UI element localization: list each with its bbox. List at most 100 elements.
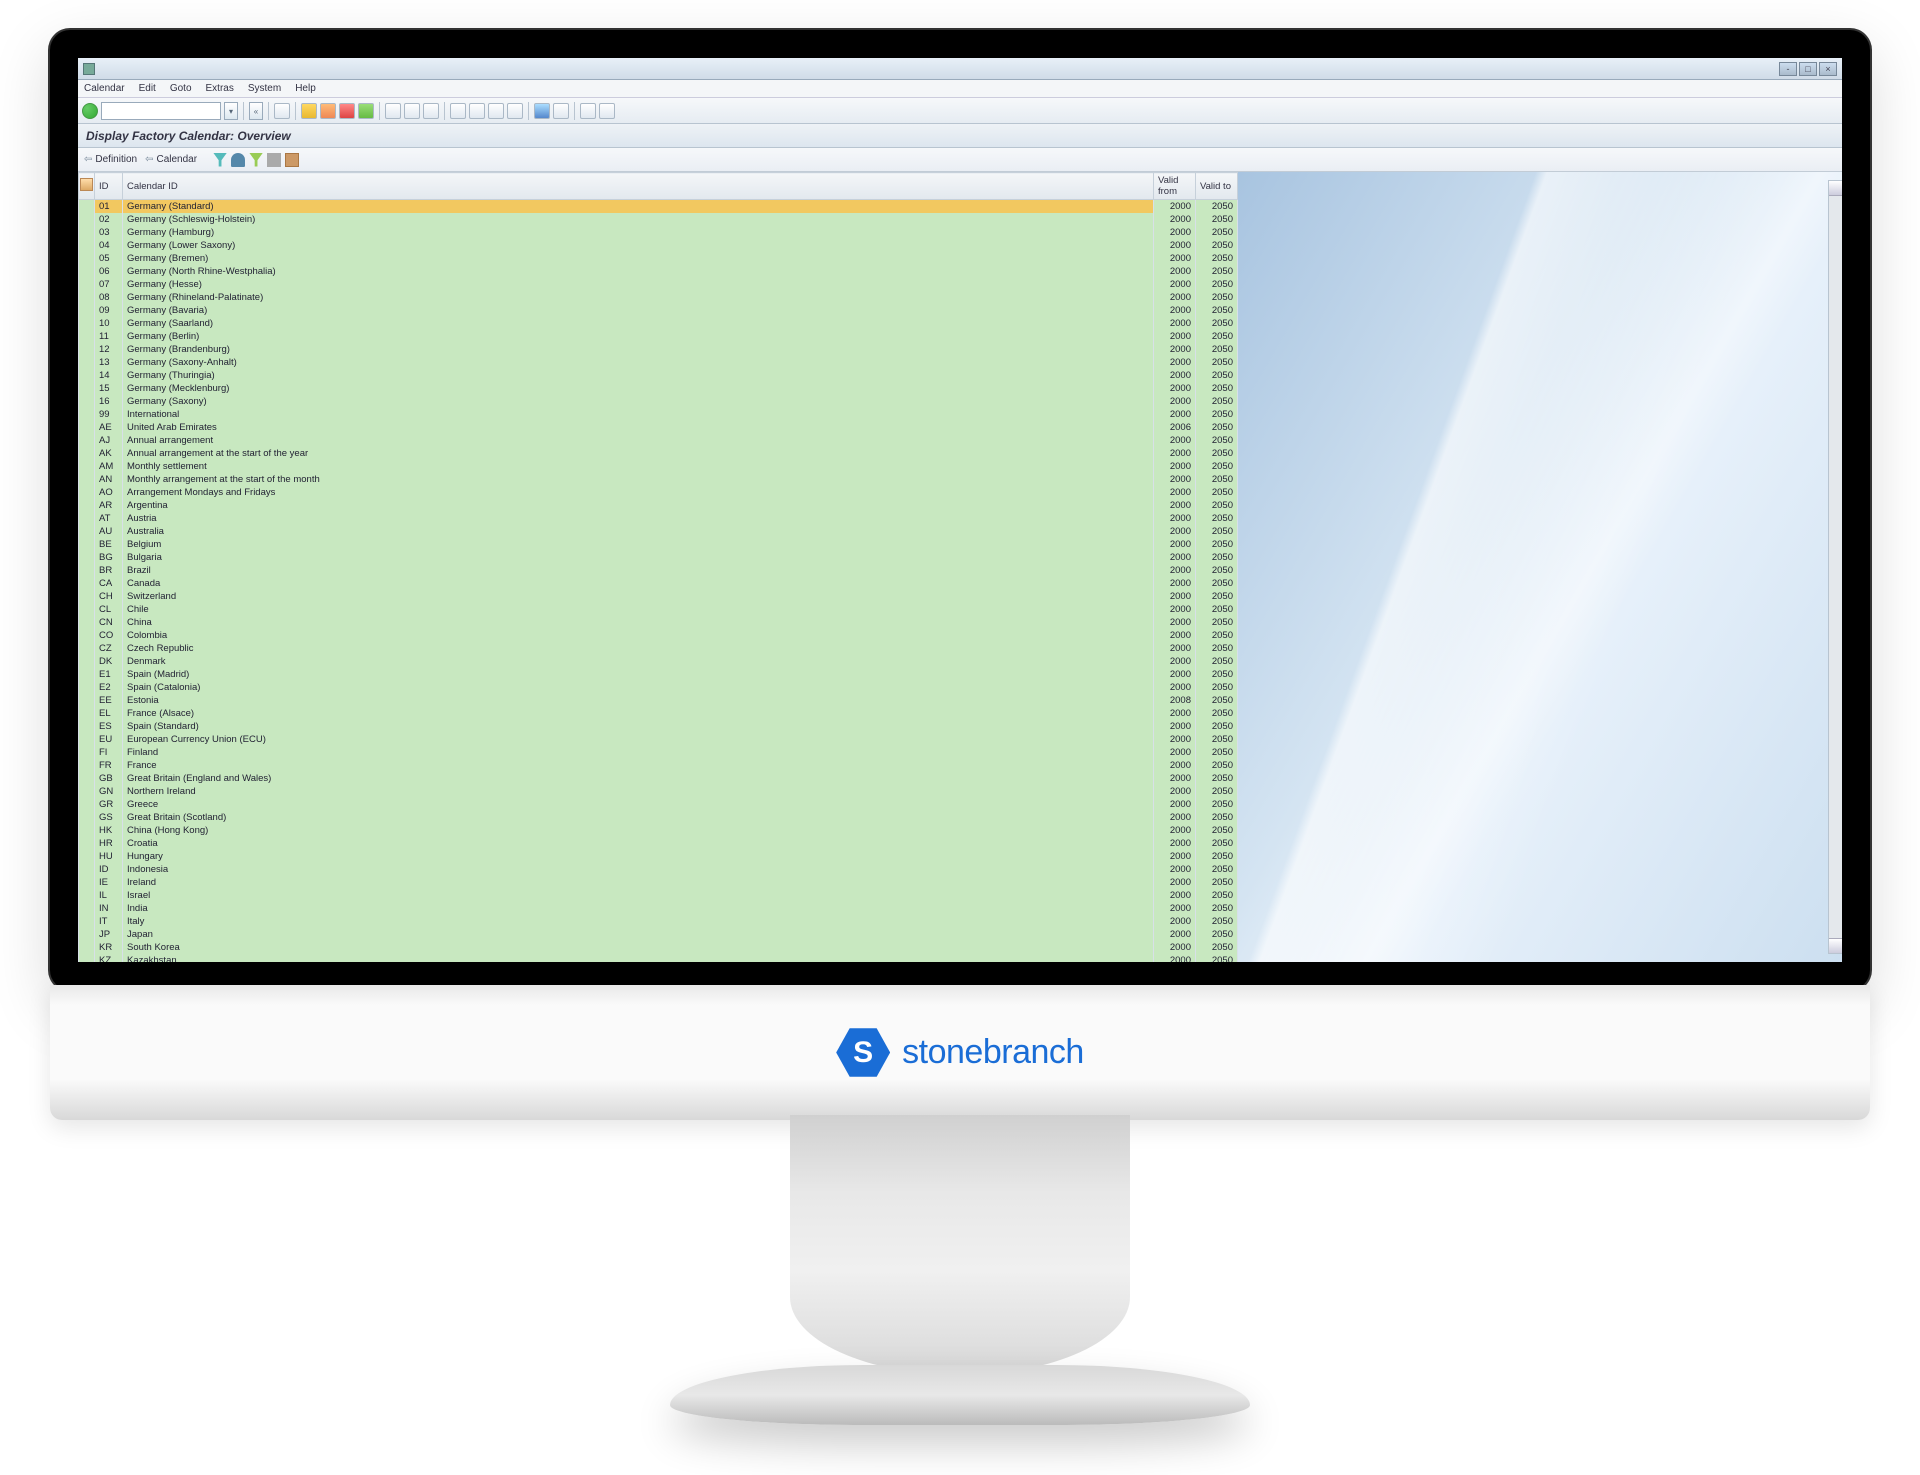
table-row[interactable]: INIndia20002050 (79, 902, 1238, 915)
table-row[interactable]: ANMonthly arrangement at the start of th… (79, 473, 1238, 486)
prev-page-icon[interactable] (469, 103, 485, 119)
table-row[interactable]: GNNorthern Ireland20002050 (79, 785, 1238, 798)
table-row[interactable]: CNChina20002050 (79, 616, 1238, 629)
table-row[interactable]: 09Germany (Bavaria)20002050 (79, 304, 1238, 317)
col-valid-to[interactable]: Valid to (1196, 173, 1238, 200)
menu-calendar[interactable]: Calendar (84, 83, 125, 94)
table-row[interactable]: BGBulgaria20002050 (79, 551, 1238, 564)
table-row[interactable]: CHSwitzerland20002050 (79, 590, 1238, 603)
command-dropdown[interactable]: ▾ (224, 102, 238, 120)
menu-edit[interactable]: Edit (139, 83, 156, 94)
close-button[interactable]: × (1819, 62, 1837, 76)
table-row[interactable]: E1Spain (Madrid)20002050 (79, 668, 1238, 681)
minimize-button[interactable]: - (1779, 62, 1797, 76)
table-row[interactable]: CZCzech Republic20002050 (79, 642, 1238, 655)
table-row[interactable]: ESSpain (Standard)20002050 (79, 720, 1238, 733)
table-row[interactable]: 99International20002050 (79, 408, 1238, 421)
table-row[interactable]: ARArgentina20002050 (79, 499, 1238, 512)
table-row[interactable]: KRSouth Korea20002050 (79, 941, 1238, 954)
find-next-icon[interactable] (423, 103, 439, 119)
table-row[interactable]: HUHungary20002050 (79, 850, 1238, 863)
history-button[interactable]: « (249, 102, 263, 120)
table-row[interactable]: FIFinland20002050 (79, 746, 1238, 759)
table-row[interactable]: 06Germany (North Rhine-Westphalia)200020… (79, 265, 1238, 278)
find-icon[interactable] (404, 103, 420, 119)
table-row[interactable]: AKAnnual arrangement at the start of the… (79, 447, 1238, 460)
table-row[interactable]: GRGreece20002050 (79, 798, 1238, 811)
enter-icon[interactable] (82, 103, 98, 119)
table-row[interactable]: FRFrance20002050 (79, 759, 1238, 772)
command-field[interactable] (101, 102, 221, 120)
definition-button[interactable]: Definition (84, 154, 137, 165)
table-row[interactable]: IDIndonesia20002050 (79, 863, 1238, 876)
table-row[interactable]: 07Germany (Hesse)20002050 (79, 278, 1238, 291)
filter2-icon[interactable] (249, 153, 263, 167)
menu-goto[interactable]: Goto (170, 83, 192, 94)
table-row[interactable]: 08Germany (Rhineland-Palatinate)20002050 (79, 291, 1238, 304)
table-row[interactable]: ITItaly20002050 (79, 915, 1238, 928)
calendar-button[interactable]: Calendar (145, 154, 197, 165)
menu-extras[interactable]: Extras (206, 83, 234, 94)
table-row[interactable]: ELFrance (Alsace)20002050 (79, 707, 1238, 720)
table-row[interactable]: HRCroatia20002050 (79, 837, 1238, 850)
col-icon[interactable] (79, 173, 95, 200)
vertical-scrollbar[interactable] (1828, 180, 1842, 954)
print-icon[interactable] (385, 103, 401, 119)
table-row[interactable]: JPJapan20002050 (79, 928, 1238, 941)
calendar-table[interactable]: ID Calendar ID Valid from Valid to 01Ger… (78, 172, 1238, 962)
table-row[interactable]: 16Germany (Saxony)20002050 (79, 395, 1238, 408)
table-row[interactable]: 04Germany (Lower Saxony)20002050 (79, 239, 1238, 252)
table-row[interactable]: DKDenmark20002050 (79, 655, 1238, 668)
cancel-icon[interactable] (339, 103, 355, 119)
back-icon[interactable] (301, 103, 317, 119)
col-valid-from[interactable]: Valid from (1154, 173, 1196, 200)
col-id[interactable]: ID (95, 173, 123, 200)
refresh-icon[interactable] (358, 103, 374, 119)
table-row[interactable]: AMMonthly settlement20002050 (79, 460, 1238, 473)
table-row[interactable]: IEIreland20002050 (79, 876, 1238, 889)
table-row[interactable]: ILIsrael20002050 (79, 889, 1238, 902)
table-row[interactable]: CLChile20002050 (79, 603, 1238, 616)
table-row[interactable]: AOArrangement Mondays and Fridays2000205… (79, 486, 1238, 499)
shortcut-icon[interactable] (553, 103, 569, 119)
table-row[interactable]: 10Germany (Saarland)20002050 (79, 317, 1238, 330)
table-row[interactable]: 14Germany (Thuringia)20002050 (79, 369, 1238, 382)
table-row[interactable]: 05Germany (Bremen)20002050 (79, 252, 1238, 265)
table-row[interactable]: HKChina (Hong Kong)20002050 (79, 824, 1238, 837)
menu-system[interactable]: System (248, 83, 281, 94)
save-icon[interactable] (274, 103, 290, 119)
table-row[interactable]: ATAustria20002050 (79, 512, 1238, 525)
table-row[interactable]: 13Germany (Saxony-Anhalt)20002050 (79, 356, 1238, 369)
customize-icon[interactable] (599, 103, 615, 119)
select-all-icon[interactable] (80, 178, 93, 191)
table-row[interactable]: GBGreat Britain (England and Wales)20002… (79, 772, 1238, 785)
legend-icon[interactable] (285, 153, 299, 167)
exit-icon[interactable] (320, 103, 336, 119)
table-row[interactable]: 15Germany (Mecklenburg)20002050 (79, 382, 1238, 395)
table-row[interactable]: KZKazakhstan20002050 (79, 954, 1238, 962)
help-icon[interactable] (580, 103, 596, 119)
new-session-icon[interactable] (534, 103, 550, 119)
table-row[interactable]: EUEuropean Currency Union (ECU)20002050 (79, 733, 1238, 746)
table-row[interactable]: GSGreat Britain (Scotland)20002050 (79, 811, 1238, 824)
maximize-button[interactable]: □ (1799, 62, 1817, 76)
table-row[interactable]: CACanada20002050 (79, 577, 1238, 590)
assign-icon[interactable] (231, 153, 245, 167)
next-page-icon[interactable] (488, 103, 504, 119)
table-row[interactable]: AJAnnual arrangement20002050 (79, 434, 1238, 447)
menu-help[interactable]: Help (295, 83, 316, 94)
table-row[interactable]: EEEstonia20082050 (79, 694, 1238, 707)
table-row[interactable]: AEUnited Arab Emirates20062050 (79, 421, 1238, 434)
filter-icon[interactable] (213, 153, 227, 167)
table-row[interactable]: 02Germany (Schleswig-Holstein)20002050 (79, 213, 1238, 226)
layout-icon[interactable] (267, 153, 281, 167)
col-name[interactable]: Calendar ID (123, 173, 1154, 200)
last-page-icon[interactable] (507, 103, 523, 119)
table-row[interactable]: 03Germany (Hamburg)20002050 (79, 226, 1238, 239)
table-row[interactable]: AUAustralia20002050 (79, 525, 1238, 538)
table-row[interactable]: E2Spain (Catalonia)20002050 (79, 681, 1238, 694)
table-row[interactable]: BEBelgium20002050 (79, 538, 1238, 551)
table-row[interactable]: BRBrazil20002050 (79, 564, 1238, 577)
table-row[interactable]: 11Germany (Berlin)20002050 (79, 330, 1238, 343)
table-row[interactable]: 01Germany (Standard)20002050 (79, 200, 1238, 214)
